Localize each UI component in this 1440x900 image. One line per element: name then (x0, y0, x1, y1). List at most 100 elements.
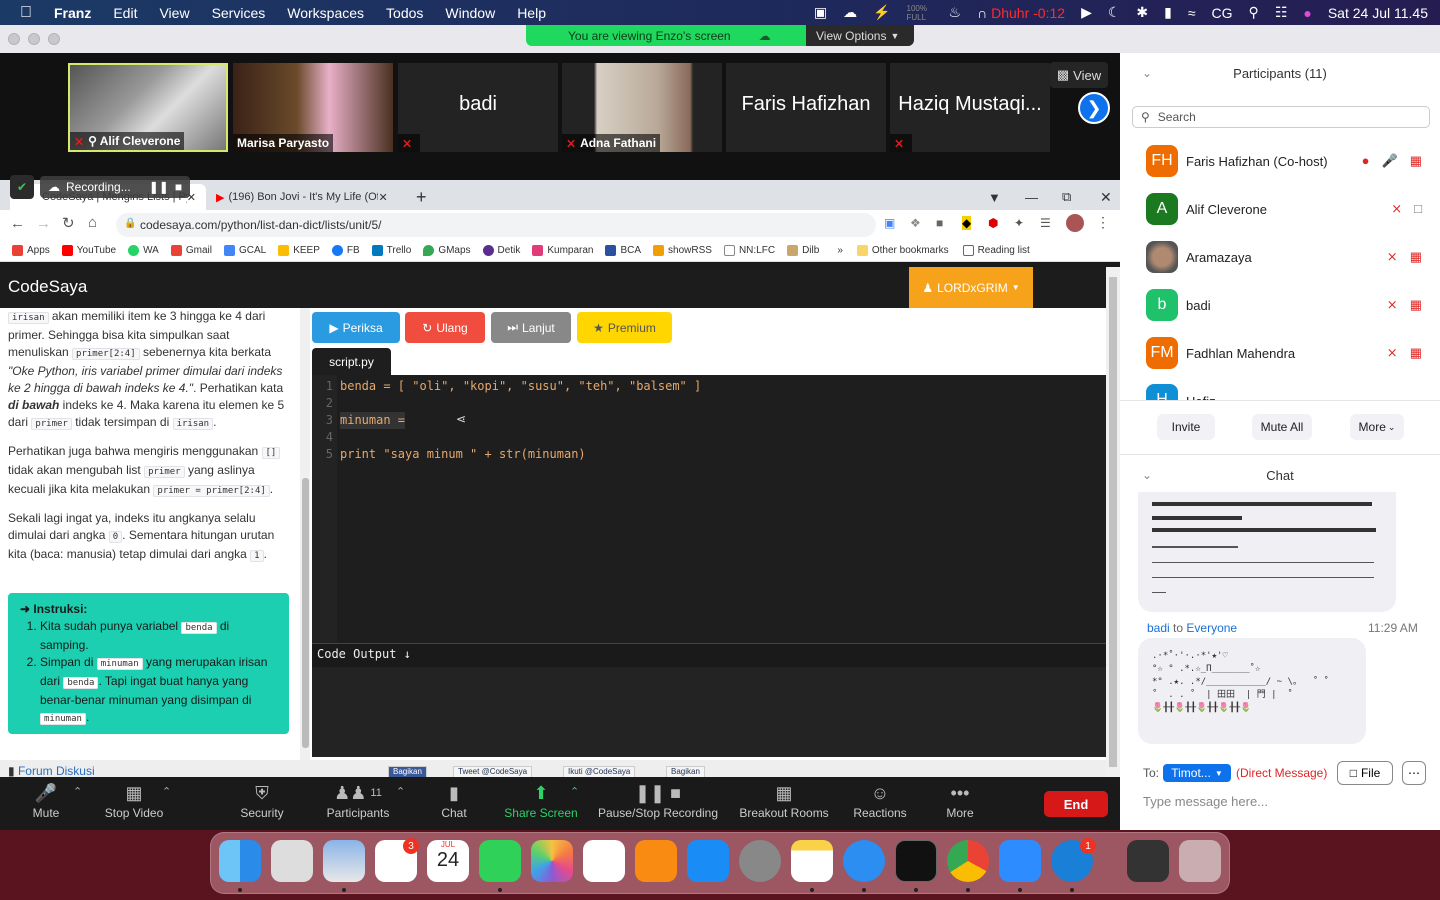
siri-icon[interactable]: ● (1303, 5, 1311, 21)
back-icon[interactable]: ← (10, 215, 25, 232)
bookmark-detik[interactable]: Detik (482, 245, 520, 256)
apple-menu-icon[interactable]:  (20, 4, 32, 22)
code-line[interactable]: print "saya minum " + str(minuman) (340, 446, 586, 463)
other-bookmarks[interactable]: Other bookmarks (856, 245, 949, 256)
menu-help[interactable]: Help (517, 5, 546, 21)
menu-services[interactable]: Services (212, 5, 266, 21)
new-tab-button[interactable]: + (406, 184, 437, 210)
system-preferences-icon[interactable] (739, 840, 781, 882)
sender-name[interactable]: badi (1147, 621, 1170, 635)
bluetooth-icon[interactable]: ✱ (1136, 4, 1148, 21)
trash-icon[interactable] (1179, 840, 1221, 882)
browser-close-button[interactable]: ✕ (1090, 184, 1122, 210)
more-bookmarks-icon[interactable]: » (837, 245, 843, 256)
end-meeting-button[interactable]: End (1044, 791, 1108, 817)
bookmark-youtube[interactable]: YouTube (61, 245, 116, 256)
menu-window[interactable]: Window (445, 5, 495, 21)
video-tile[interactable]: badi ⨯ (398, 63, 558, 152)
periksa-button[interactable]: ▶ Periksa (312, 312, 400, 343)
scrollbar-thumb[interactable] (1109, 277, 1117, 767)
bookmark-gmail[interactable]: Gmail (170, 245, 212, 256)
user-initials[interactable]: CG (1212, 5, 1233, 21)
window-zoom-button[interactable] (48, 33, 60, 45)
bookmark-kumparan[interactable]: Kumparan (532, 245, 593, 256)
launchpad-icon[interactable] (271, 840, 313, 882)
profile-avatar[interactable] (1066, 214, 1084, 232)
address-bar[interactable]: 🔒 codesaya.com/python/list-dan-dict/list… (116, 213, 876, 237)
code-line-current[interactable]: minuman = (340, 412, 406, 429)
clock[interactable]: Sat 24 Jul 11.45 (1328, 5, 1428, 21)
bookmark-gcal[interactable]: GCAL (223, 245, 266, 256)
notification-bell-icon[interactable]: ♨ (949, 4, 962, 21)
participants-search-input[interactable]: ⚲ Search (1132, 106, 1430, 128)
close-tab-icon[interactable]: ✕ (378, 191, 387, 204)
mic-muted-icon[interactable]: ⨯ (1391, 201, 1402, 217)
safari-icon[interactable] (843, 840, 885, 882)
menu-workspaces[interactable]: Workspaces (287, 5, 364, 21)
video-tile[interactable]: ⨯ Adna Fathani (562, 63, 722, 152)
mosque-icon[interactable]: ∩ (977, 5, 987, 21)
more-button[interactable]: ••• More (940, 780, 980, 821)
mic-muted-icon[interactable]: ⨯ (1387, 249, 1398, 265)
video-on-icon[interactable]: □ (1414, 201, 1422, 217)
share-options-caret-icon[interactable]: ⌃ (570, 785, 579, 798)
browser-minimize-button[interactable]: — (1015, 184, 1048, 210)
chat-button[interactable]: ▮ Chat (434, 780, 474, 821)
pause-stop-recording-button[interactable]: ❚❚ ■ Pause/Stop Recording (594, 780, 722, 821)
bookmark-wa[interactable]: WA (128, 245, 159, 256)
battery-monitor-icon[interactable]: ⚡ (873, 4, 890, 21)
play-icon[interactable]: ▶ (1081, 4, 1092, 21)
bookmark-apps[interactable]: Apps (12, 245, 50, 256)
menu-edit[interactable]: Edit (113, 5, 137, 21)
browser-tab[interactable]: ▶ (196) Bon Jovi - It's My Life (Offic ✕ (206, 184, 406, 210)
bookmark-keep[interactable]: KEEP (278, 245, 320, 256)
browser-restore-button[interactable]: ⧉ (1052, 184, 1081, 210)
video-off-icon[interactable]: ▦ (1410, 249, 1422, 265)
calendar-icon[interactable]: JUL 24 (427, 840, 469, 882)
reload-icon[interactable]: ↻ (62, 214, 75, 232)
bookmark-showrss[interactable]: showRSS (653, 245, 712, 256)
zoom-status-icon[interactable]: ▣ (814, 4, 827, 21)
audio-options-caret-icon[interactable]: ⌃ (73, 785, 82, 798)
chrome-icon[interactable] (947, 840, 989, 882)
bookmark-trello[interactable]: Trello (371, 245, 411, 256)
prayer-time[interactable]: Dhuhr -0:12 (991, 5, 1065, 21)
bookmark-gmaps[interactable]: GMaps (423, 245, 471, 256)
reactions-button[interactable]: ☺ Reactions (850, 780, 910, 821)
battery-icon[interactable]: ▮ (1164, 4, 1172, 21)
forward-icon[interactable]: → (36, 215, 51, 232)
notes-icon[interactable] (791, 840, 833, 882)
scrollbar-thumb[interactable] (302, 478, 309, 748)
video-off-icon[interactable]: ▦ (1410, 153, 1422, 169)
chat-message-input[interactable]: Type message here... (1143, 794, 1268, 809)
control-center-icon[interactable]: ☷ (1275, 4, 1288, 21)
premium-button[interactable]: ★ Premium (577, 312, 672, 343)
pause-recording-icon[interactable]: ❚❚ (149, 180, 169, 194)
user-menu-button[interactable]: ♟ LORDxGRIM ▼ (909, 267, 1033, 308)
adblock-extension-icon[interactable]: ⬢ (988, 216, 998, 230)
participant-row[interactable]: A Alif Cleverone ⨯ □ (1146, 192, 1436, 226)
participants-caret-icon[interactable]: ⌃ (396, 785, 405, 798)
bookmark-bca[interactable]: BCA (605, 245, 641, 256)
spotlight-icon[interactable]: ⚲ (1249, 4, 1259, 21)
gallery-view-button[interactable]: ▩ View (1050, 62, 1108, 88)
ulang-button[interactable]: ↻ Ulang (405, 312, 485, 343)
media-control-icon[interactable]: ☰ (1040, 216, 1051, 230)
mute-all-button[interactable]: Mute All (1252, 414, 1312, 440)
video-off-icon[interactable]: ▦ (1410, 345, 1422, 361)
participant-row[interactable]: FM Fadhlan Mahendra ⨯ ▦ (1146, 336, 1436, 370)
reading-list[interactable]: Reading list (962, 245, 1030, 256)
file-button[interactable]: □ File (1337, 761, 1393, 785)
books-icon[interactable] (635, 840, 677, 882)
window-minimize-button[interactable] (28, 33, 40, 45)
dropbox-extension-icon[interactable]: ❖ (910, 216, 921, 230)
extensions-puzzle-icon[interactable]: ✦ (1014, 216, 1024, 230)
home-icon[interactable]: ⌂ (88, 214, 97, 231)
breakout-rooms-button[interactable]: ▦ Breakout Rooms (736, 780, 832, 821)
keynote-icon[interactable] (583, 840, 625, 882)
preview-icon[interactable] (323, 840, 365, 882)
participant-row[interactable]: Aramazaya ⨯ ▦ (1146, 240, 1436, 274)
cloud-status-icon[interactable]: ☁ (843, 4, 857, 21)
participant-row[interactable]: b badi ⨯ ▦ (1146, 288, 1436, 322)
microphone-icon[interactable]: 🎤 (1382, 153, 1398, 169)
